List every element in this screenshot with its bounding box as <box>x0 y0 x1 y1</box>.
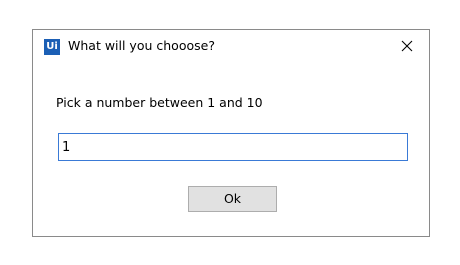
title-bar: Ui What will you chooose? <box>33 30 429 62</box>
input-dialog: Ui What will you chooose? Pick a number … <box>32 29 430 237</box>
close-icon <box>401 40 412 52</box>
close-button[interactable] <box>384 30 429 62</box>
ok-button[interactable]: Ok <box>188 186 277 212</box>
app-icon: Ui <box>44 39 60 55</box>
number-input[interactable] <box>58 133 408 161</box>
window-title: What will you chooose? <box>68 38 215 53</box>
prompt-label: Pick a number between 1 and 10 <box>56 95 263 110</box>
